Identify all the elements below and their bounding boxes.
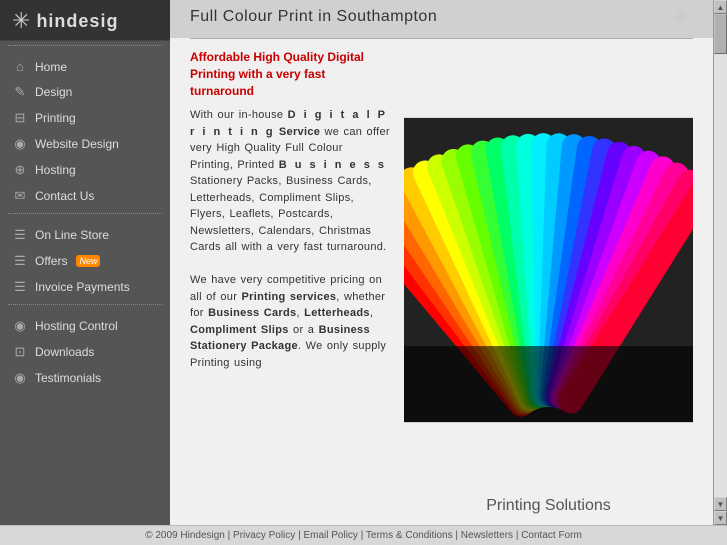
- content-body-text-1: With our in-house D i g i t a l P r i n …: [190, 107, 390, 371]
- sidebar-item-online-store[interactable]: ☰ On Line Store: [0, 222, 170, 248]
- hosting-icon: ⊕: [12, 162, 28, 178]
- content-body: Affordable High Quality Digital Printing…: [170, 39, 713, 525]
- sidebar-divider-3: [8, 304, 162, 305]
- sidebar-item-offers[interactable]: ☰ Offers New: [0, 248, 170, 274]
- content-header: Full Colour Print in Southampton ✦: [170, 0, 713, 38]
- image-caption: Printing Solutions: [486, 497, 611, 515]
- logo-text: hindesig: [36, 11, 118, 32]
- sidebar-divider-1: [8, 45, 162, 46]
- contact-icon: ✉: [12, 188, 28, 204]
- new-badge: New: [76, 255, 100, 267]
- sidebar-divider-2: [8, 213, 162, 214]
- sidebar-item-invoice-payments-label: Invoice Payments: [35, 280, 130, 294]
- sidebar-item-design-label: Design: [35, 85, 72, 99]
- sidebar-item-design[interactable]: ✎ Design: [0, 79, 170, 105]
- home-icon: ⌂: [12, 59, 28, 74]
- scrollbar-track[interactable]: [714, 14, 727, 497]
- content-headline: Affordable High Quality Digital Printing…: [190, 49, 390, 99]
- sidebar-item-invoice-payments[interactable]: ☰ Invoice Payments: [0, 274, 170, 300]
- sidebar-item-offers-label: Offers: [35, 254, 67, 268]
- sidebar-item-website-design[interactable]: ◉ Website Design: [0, 131, 170, 157]
- sidebar-item-contact-us-label: Contact Us: [35, 189, 94, 203]
- website-icon: ◉: [12, 136, 28, 152]
- page-wrapper: ✳ hindesig ⌂ Home ✎ Design ⊟ Printing: [0, 0, 727, 545]
- content-image-column: Printing Solutions: [404, 49, 693, 515]
- scrollbar-thumb[interactable]: [714, 14, 727, 54]
- sidebar-item-home[interactable]: ⌂ Home: [0, 54, 170, 79]
- sidebar-item-home-label: Home: [35, 60, 67, 74]
- testimonials-icon: ◉: [12, 370, 28, 386]
- sidebar-item-testimonials-label: Testimonials: [35, 371, 101, 385]
- footer-link-privacy[interactable]: Privacy Policy: [233, 530, 295, 541]
- sidebar-item-website-design-label: Website Design: [35, 137, 119, 151]
- sidebar: ✳ hindesig ⌂ Home ✎ Design ⊟ Printing: [0, 0, 170, 525]
- sidebar-bottom-nav: ◉ Hosting Control ⊡ Downloads ◉ Testimon…: [0, 313, 170, 391]
- sidebar-item-hosting-control[interactable]: ◉ Hosting Control: [0, 313, 170, 339]
- offers-icon: ☰: [12, 253, 28, 269]
- footer-link-email[interactable]: Email Policy: [303, 530, 357, 541]
- sidebar-item-printing[interactable]: ⊟ Printing: [0, 105, 170, 131]
- sidebar-store-nav: ☰ On Line Store ☰ Offers New ☰ Invoice P…: [0, 222, 170, 300]
- main-layout: ✳ hindesig ⌂ Home ✎ Design ⊟ Printing: [0, 0, 727, 525]
- scroll-down-arrow-1[interactable]: ▼: [714, 497, 727, 511]
- sidebar-item-contact-us[interactable]: ✉ Contact Us: [0, 183, 170, 209]
- sidebar-item-hosting[interactable]: ⊕ Hosting: [0, 157, 170, 183]
- design-icon: ✎: [12, 84, 28, 100]
- swatch-image: [404, 49, 693, 491]
- header-star-icon: ✦: [670, 4, 693, 32]
- print-icon: ⊟: [12, 110, 28, 126]
- footer-copyright: © 2009 Hindesign: [145, 530, 225, 541]
- footer-link-newsletters[interactable]: Newsletters: [461, 530, 513, 541]
- logo-area: ✳ hindesig: [0, 0, 170, 41]
- page-title: Full Colour Print in Southampton: [190, 8, 437, 26]
- content-text-column: Affordable High Quality Digital Printing…: [190, 49, 390, 515]
- sidebar-item-downloads-label: Downloads: [35, 345, 94, 359]
- footer-link-terms[interactable]: Terms & Conditions: [366, 530, 453, 541]
- sidebar-item-downloads[interactable]: ⊡ Downloads: [0, 339, 170, 365]
- content-area: Full Colour Print in Southampton ✦ Affor…: [170, 0, 713, 525]
- hosting-control-icon: ◉: [12, 318, 28, 334]
- sidebar-item-hosting-control-label: Hosting Control: [35, 319, 118, 333]
- sidebar-item-hosting-label: Hosting: [35, 163, 76, 177]
- footer-link-contact-form[interactable]: Contact Form: [521, 530, 582, 541]
- sidebar-main-nav: ⌂ Home ✎ Design ⊟ Printing ◉ Website Des…: [0, 54, 170, 209]
- downloads-icon: ⊡: [12, 344, 28, 360]
- scroll-up-arrow[interactable]: ▲: [714, 0, 727, 14]
- scroll-down-arrow-2[interactable]: ▼: [714, 511, 727, 525]
- sidebar-item-online-store-label: On Line Store: [35, 228, 109, 242]
- scrollbar[interactable]: ▲ ▼ ▼: [713, 0, 727, 525]
- invoice-icon: ☰: [12, 279, 28, 295]
- sidebar-item-testimonials[interactable]: ◉ Testimonials: [0, 365, 170, 391]
- store-icon: ☰: [12, 227, 28, 243]
- logo-star-icon: ✳: [12, 10, 30, 32]
- footer: © 2009 Hindesign | Privacy Policy | Emai…: [0, 525, 727, 545]
- sidebar-item-printing-label: Printing: [35, 111, 76, 125]
